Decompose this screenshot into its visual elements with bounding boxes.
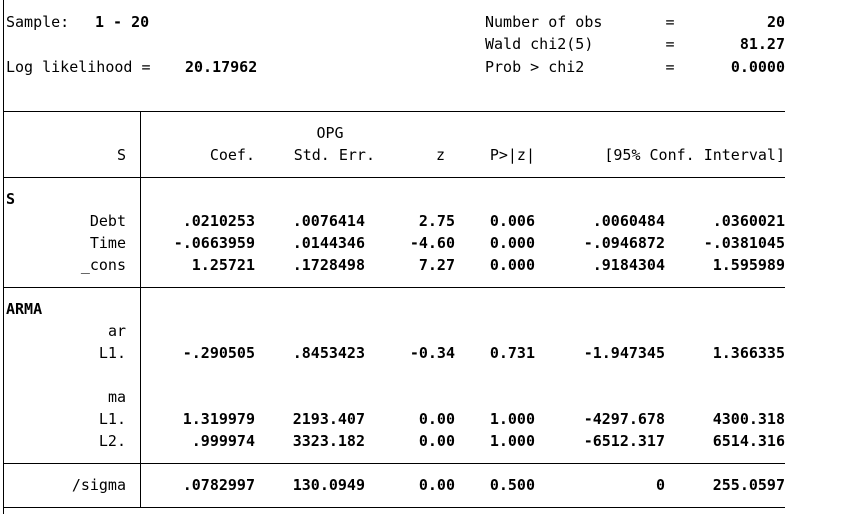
cell-z: 0.00 [418, 432, 455, 450]
col-p-header: P>|z| [489, 146, 535, 164]
cell-coef: .0210253 [182, 212, 255, 230]
col-ci-header: [95% Conf. Interval] [604, 146, 785, 164]
row-name: L2. [98, 432, 126, 450]
cell-z: 0.00 [418, 410, 455, 428]
cell-p: 0.500 [489, 476, 535, 494]
cell-coef: .999974 [191, 432, 255, 450]
cell-ci-lo: -6512.317 [583, 432, 665, 450]
cell-se: .8453423 [292, 344, 365, 362]
stat-label-nobs: Number of obs [485, 13, 603, 31]
stat-label-prob: Prob > chi2 [485, 58, 585, 76]
table-top-rule [3, 111, 785, 112]
stub-separator [140, 111, 141, 508]
stat-label-wald: Wald chi2(5) [485, 35, 594, 53]
cell-coef: .0782997 [182, 476, 255, 494]
row-name: Time [89, 234, 126, 252]
cell-se: 130.0949 [292, 476, 365, 494]
ar-label: ar [107, 322, 126, 340]
cell-se: .1728498 [292, 256, 365, 274]
cell-ci-lo: -4297.678 [583, 410, 665, 428]
stat-value-wald: 81.27 [739, 35, 785, 53]
stat-eq-wald: = [665, 35, 675, 53]
cell-coef: 1.319979 [182, 410, 255, 428]
loglik-value: 20.17962 [185, 58, 258, 76]
col-coef-header: Coef. [209, 146, 255, 164]
stat-eq-nobs: = [665, 13, 675, 31]
cell-ci-hi: 255.0597 [712, 476, 785, 494]
ma-label: ma [107, 388, 126, 406]
loglik-label: Log likelihood = [6, 58, 151, 76]
cell-se: .0076414 [292, 212, 365, 230]
cell-ci-hi: -.0381045 [703, 234, 785, 252]
depvar-header: S [116, 146, 126, 164]
cell-se: 2193.407 [292, 410, 365, 428]
row-name: _cons [80, 256, 126, 274]
cell-z: -0.34 [409, 344, 455, 362]
eq-s-rule [3, 287, 785, 288]
cell-ci-hi: 1.366335 [712, 344, 785, 362]
stat-eq-prob: = [665, 58, 675, 76]
cell-z: 0.00 [418, 476, 455, 494]
cell-p: 0.000 [489, 256, 535, 274]
cell-ci-hi: 4300.318 [712, 410, 785, 428]
opg-header: OPG [316, 124, 344, 142]
col-se-header: Std. Err. [293, 146, 375, 164]
row-name: L1. [98, 344, 126, 362]
cell-ci-hi: .0360021 [712, 212, 785, 230]
sample-label: Sample: [6, 13, 70, 31]
cell-p: 0.000 [489, 234, 535, 252]
cell-z: 2.75 [418, 212, 455, 230]
eq-title-s: S [6, 190, 16, 208]
row-name: L1. [98, 410, 126, 428]
cell-ci-lo: -.0946872 [583, 234, 665, 252]
cell-z: 7.27 [418, 256, 455, 274]
row-name: Debt [89, 212, 126, 230]
table-bottom-rule [3, 507, 785, 508]
cell-coef: -.290505 [182, 344, 255, 362]
header-rule [3, 177, 785, 178]
stat-value-nobs: 20 [766, 13, 785, 31]
arma-rule [3, 463, 785, 464]
sigma-name: /sigma [71, 476, 126, 494]
cell-ci-lo: .9184304 [592, 256, 665, 274]
cell-coef: 1.25721 [191, 256, 255, 274]
cell-p: 1.000 [489, 432, 535, 450]
eq-title-arma: ARMA [6, 300, 43, 318]
stata-output-window: Sample: 1 - 20 Log likelihood = 20.17962… [0, 0, 865, 514]
cell-ci-hi: 1.595989 [712, 256, 785, 274]
cell-se: 3323.182 [292, 432, 365, 450]
cell-ci-hi: 6514.316 [712, 432, 785, 450]
stat-value-prob: 0.0000 [730, 58, 785, 76]
cell-p: 0.006 [489, 212, 535, 230]
cell-p: 0.731 [489, 344, 535, 362]
cell-coef: -.0663959 [173, 234, 255, 252]
cell-ci-lo: -1.947345 [583, 344, 665, 362]
cell-se: .0144346 [292, 234, 365, 252]
cell-p: 1.000 [489, 410, 535, 428]
cell-ci-lo: .0060484 [592, 212, 665, 230]
cell-z: -4.60 [409, 234, 455, 252]
sample-value: 1 - 20 [95, 13, 150, 31]
col-z-header: z [435, 146, 445, 164]
cell-ci-lo: 0 [655, 476, 665, 494]
